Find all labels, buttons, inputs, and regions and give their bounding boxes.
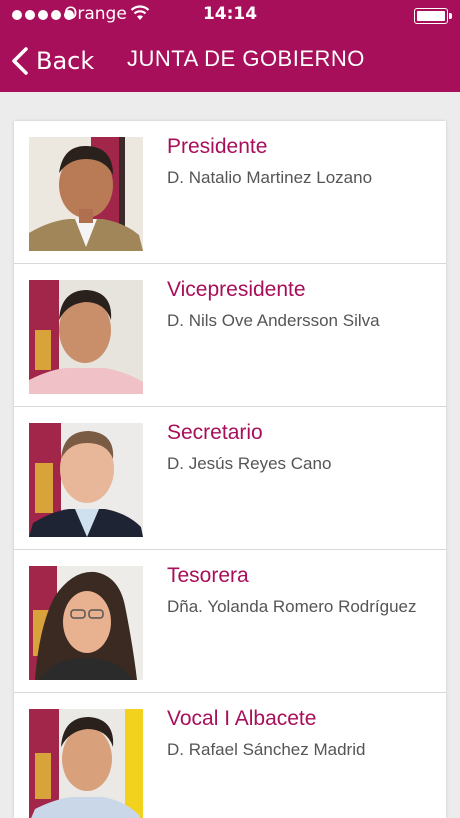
page-title: JUNTA DE GOBIERNO: [127, 46, 365, 71]
list-item[interactable]: Vicepresidente D. Nils Ove Andersson Sil…: [14, 264, 446, 407]
back-label: Back: [36, 47, 95, 75]
member-name: Dña. Yolanda Romero Rodríguez: [167, 597, 417, 616]
member-photo: [29, 280, 143, 394]
member-name: D. Jesús Reyes Cano: [167, 454, 332, 473]
chevron-left-icon: [12, 47, 28, 75]
members-list[interactable]: Presidente D. Natalio Martinez Lozano Vi…: [14, 121, 446, 818]
member-name: D. Rafael Sánchez Madrid: [167, 740, 366, 759]
member-role: Vocal I Albacete: [167, 707, 317, 730]
list-item[interactable]: Secretario D. Jesús Reyes Cano: [14, 407, 446, 550]
member-photo: [29, 709, 143, 818]
member-role: Vicepresidente: [167, 278, 306, 301]
member-photo: [29, 566, 143, 680]
battery-icon: [414, 8, 452, 24]
member-name: D. Nils Ove Andersson Silva: [167, 311, 380, 330]
member-role: Tesorera: [167, 564, 249, 587]
member-role: Secretario: [167, 421, 263, 444]
member-role: Presidente: [167, 135, 268, 158]
list-item[interactable]: Vocal I Albacete D. Rafael Sánchez Madri…: [14, 693, 446, 818]
list-item[interactable]: Tesorera Dña. Yolanda Romero Rodríguez: [14, 550, 446, 693]
navigation-bar: Orange 14:14 Back JUNTA DE GOBIERNO: [0, 0, 460, 92]
member-photo: [29, 137, 143, 251]
back-button[interactable]: Back: [10, 40, 94, 82]
status-time: 14:14: [202, 4, 258, 24]
member-photo: [29, 423, 143, 537]
list-item[interactable]: Presidente D. Natalio Martinez Lozano: [14, 121, 446, 264]
status-bar: Orange 14:14: [0, 0, 460, 30]
member-name: D. Natalio Martinez Lozano: [167, 168, 373, 187]
